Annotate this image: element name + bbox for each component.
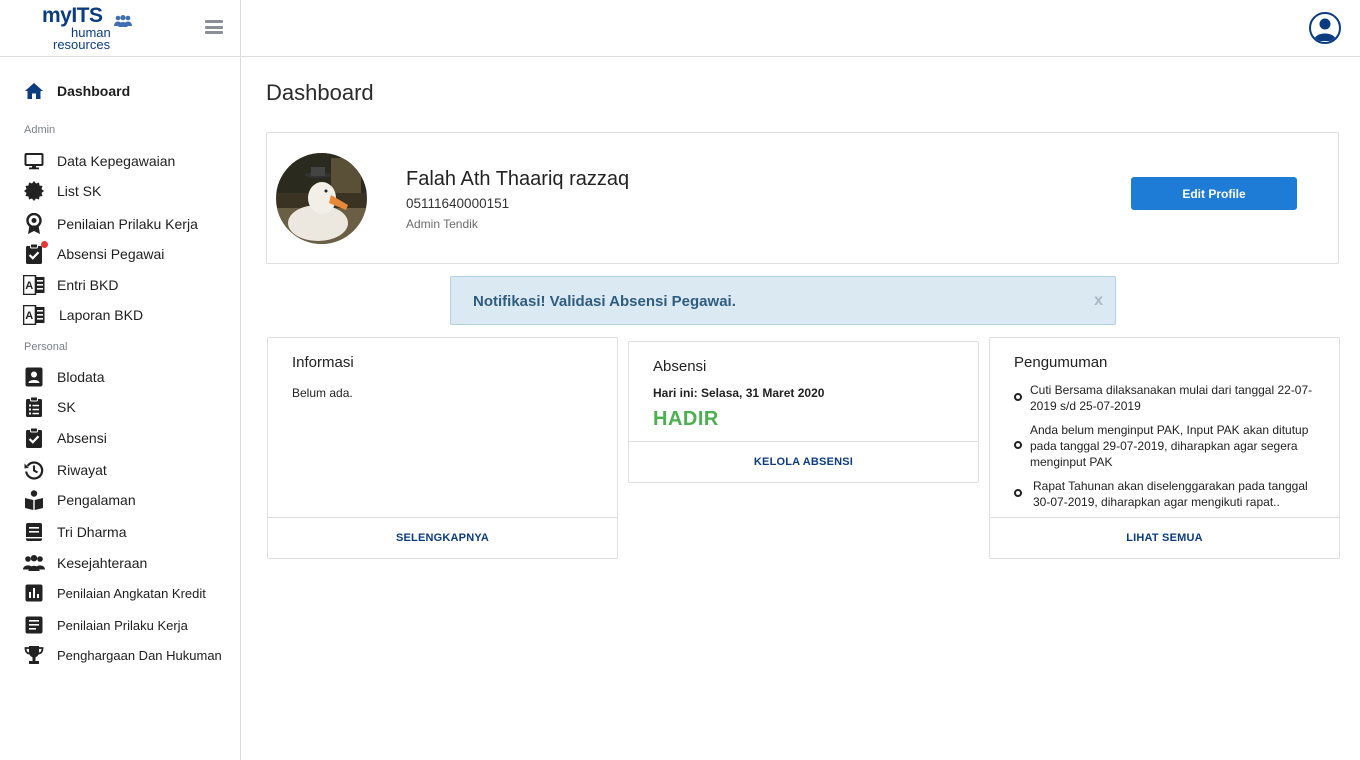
user-account-icon[interactable] [1309, 12, 1341, 44]
menu-toggle-icon[interactable] [205, 20, 223, 34]
svg-text:A: A [25, 280, 33, 292]
award-icon [23, 213, 45, 235]
absensi-card: Absensi Hari ini: Selasa, 31 Maret 2020 … [628, 341, 979, 483]
list-clipboard-icon [23, 396, 45, 418]
sidebar-item-label: Laporan BKD [59, 307, 144, 323]
section-personal: Personal [24, 341, 68, 353]
sidebar-item-label: List SK [57, 183, 102, 199]
edit-profile-button[interactable]: Edit Profile [1131, 177, 1297, 210]
absensi-status: HADIR [653, 408, 719, 430]
document-icon [23, 614, 45, 636]
announcement-item: Anda belum menginput PAK, Input PAK akan… [1014, 422, 1318, 470]
sidebar-item-penilaian-prilaku-kerja[interactable]: Penilaian Prilaku Kerja [23, 613, 188, 637]
sidebar-item-entri-bkd[interactable]: A Entri BKD [23, 273, 118, 297]
sidebar-item-pengalaman[interactable]: Pengalaman [23, 488, 136, 512]
profile-name: Falah Ath Thaariq razzaq [406, 168, 630, 190]
app-logo[interactable]: myITS human resources [42, 4, 137, 52]
card-title: Pengumuman [1014, 354, 1108, 371]
translate-book-icon: A [23, 274, 45, 296]
bullet-icon [1014, 441, 1022, 449]
monitor-icon [23, 150, 45, 172]
bullet-icon [1014, 489, 1022, 497]
sidebar: myITS human resources Dashboard Admin Da… [0, 0, 241, 760]
notification-text: Notifikasi! Validasi Absensi Pegawai. [473, 293, 736, 310]
group-icon [23, 552, 45, 574]
sidebar-item-label: Penilaian Prilaku Kerja [57, 216, 198, 232]
notification-dot [41, 241, 48, 248]
sidebar-item-label: Penilaian Prilaku Kerja [57, 617, 188, 633]
sidebar-item-absensi[interactable]: Absensi [23, 426, 107, 450]
profile-nip: 05111640000151 [406, 196, 510, 211]
card-title: Informasi [292, 354, 354, 371]
kelola-absensi-link[interactable]: KELOLA ABSENSI [629, 441, 978, 482]
sidebar-item-label: SK [57, 399, 76, 415]
announcement-text: Anda belum menginput PAK, Input PAK akan… [1030, 423, 1309, 469]
informasi-body: Belum ada. [292, 386, 353, 400]
clipboard-check-icon [23, 241, 48, 265]
bar-chart-icon [23, 582, 45, 604]
top-bar [241, 0, 1360, 57]
certificate-icon [23, 180, 45, 202]
sidebar-item-penilaian-prilaku-kerja-admin[interactable]: Penilaian Prilaku Kerja [23, 212, 198, 236]
clipboard-check-icon [23, 427, 45, 449]
sidebar-item-dashboard[interactable]: Dashboard [23, 79, 130, 103]
trophy-icon [23, 644, 45, 666]
history-icon [23, 459, 45, 481]
translate-book-icon: A [23, 304, 45, 326]
logo-subtext-resources: resources [53, 37, 111, 52]
sidebar-item-label: Absensi Pegawai [57, 246, 165, 262]
sidebar-item-laporan-bkd[interactable]: A Laporan BKD [23, 303, 143, 327]
announcement-item: Rapat Tahunan akan diselenggarakan pada … [1014, 478, 1318, 510]
close-icon[interactable]: x [1094, 292, 1103, 310]
bullet-icon [1014, 393, 1022, 401]
sidebar-item-penilaian-angkatan-kredit[interactable]: Penilaian Angkatan Kredit [23, 581, 206, 605]
sidebar-item-absensi-pegawai[interactable]: Absensi Pegawai [23, 241, 165, 266]
sidebar-item-label: Absensi [57, 430, 107, 446]
announcement-text: Rapat Tahunan akan diselenggarakan pada … [1033, 479, 1308, 509]
id-card-icon [23, 366, 45, 388]
sidebar-item-blodata[interactable]: Blodata [23, 365, 104, 389]
notification-banner[interactable]: Notifikasi! Validasi Absensi Pegawai. x [450, 276, 1116, 325]
reader-icon [23, 489, 45, 511]
selengkapnya-link[interactable]: SELENGKAPNYA [268, 517, 617, 558]
sidebar-item-label: Penghargaan Dan Hukuman [57, 647, 222, 663]
sidebar-item-kesejahteraan[interactable]: Kesejahteraan [23, 551, 147, 575]
sidebar-item-sk[interactable]: SK [23, 395, 76, 419]
informasi-card: Informasi Belum ada. SELENGKAPNYA [267, 337, 618, 559]
announcement-text: Cuti Bersama dilaksanakan mulai dari tan… [1030, 383, 1313, 413]
home-icon [23, 80, 45, 102]
sidebar-item-label: Kesejahteraan [57, 555, 148, 571]
logo-people-icon [114, 15, 132, 27]
sidebar-item-tri-dharma[interactable]: Tri Dharma [23, 520, 127, 544]
sidebar-item-riwayat[interactable]: Riwayat [23, 458, 107, 482]
profile-role: Admin Tendik [406, 217, 478, 231]
sidebar-item-label: Blodata [57, 369, 105, 385]
sidebar-item-list-sk[interactable]: List SK [23, 179, 101, 203]
page-title: Dashboard [266, 80, 374, 105]
sidebar-item-label: Entri BKD [57, 277, 119, 293]
profile-card: Falah Ath Thaariq razzaq 05111640000151 … [266, 132, 1339, 264]
svg-text:A: A [25, 310, 33, 322]
lihat-semua-link[interactable]: LIHAT SEMUA [990, 517, 1339, 558]
sidebar-item-penghargaan-dan-hukuman[interactable]: Penghargaan Dan Hukuman [23, 643, 222, 667]
absensi-date: Hari ini: Selasa, 31 Maret 2020 [653, 386, 825, 400]
sidebar-item-label: Dashboard [57, 83, 131, 99]
sidebar-item-label: Penilaian Angkatan Kredit [57, 585, 206, 601]
sidebar-item-data-kepegawaian[interactable]: Data Kepegawaian [23, 149, 175, 173]
sidebar-item-label: Pengalaman [57, 492, 136, 508]
book-icon [23, 521, 45, 543]
avatar [276, 153, 367, 244]
announcement-item: Cuti Bersama dilaksanakan mulai dari tan… [1014, 382, 1318, 414]
sidebar-item-label: Data Kepegawaian [57, 153, 176, 169]
section-admin: Admin [24, 124, 56, 136]
brand-bar: myITS human resources [0, 0, 240, 57]
sidebar-item-label: Tri Dharma [57, 524, 127, 540]
pengumuman-card: Pengumuman Cuti Bersama dilaksanakan mul… [989, 337, 1340, 559]
sidebar-item-label: Riwayat [57, 462, 107, 478]
card-title: Absensi [653, 358, 707, 375]
